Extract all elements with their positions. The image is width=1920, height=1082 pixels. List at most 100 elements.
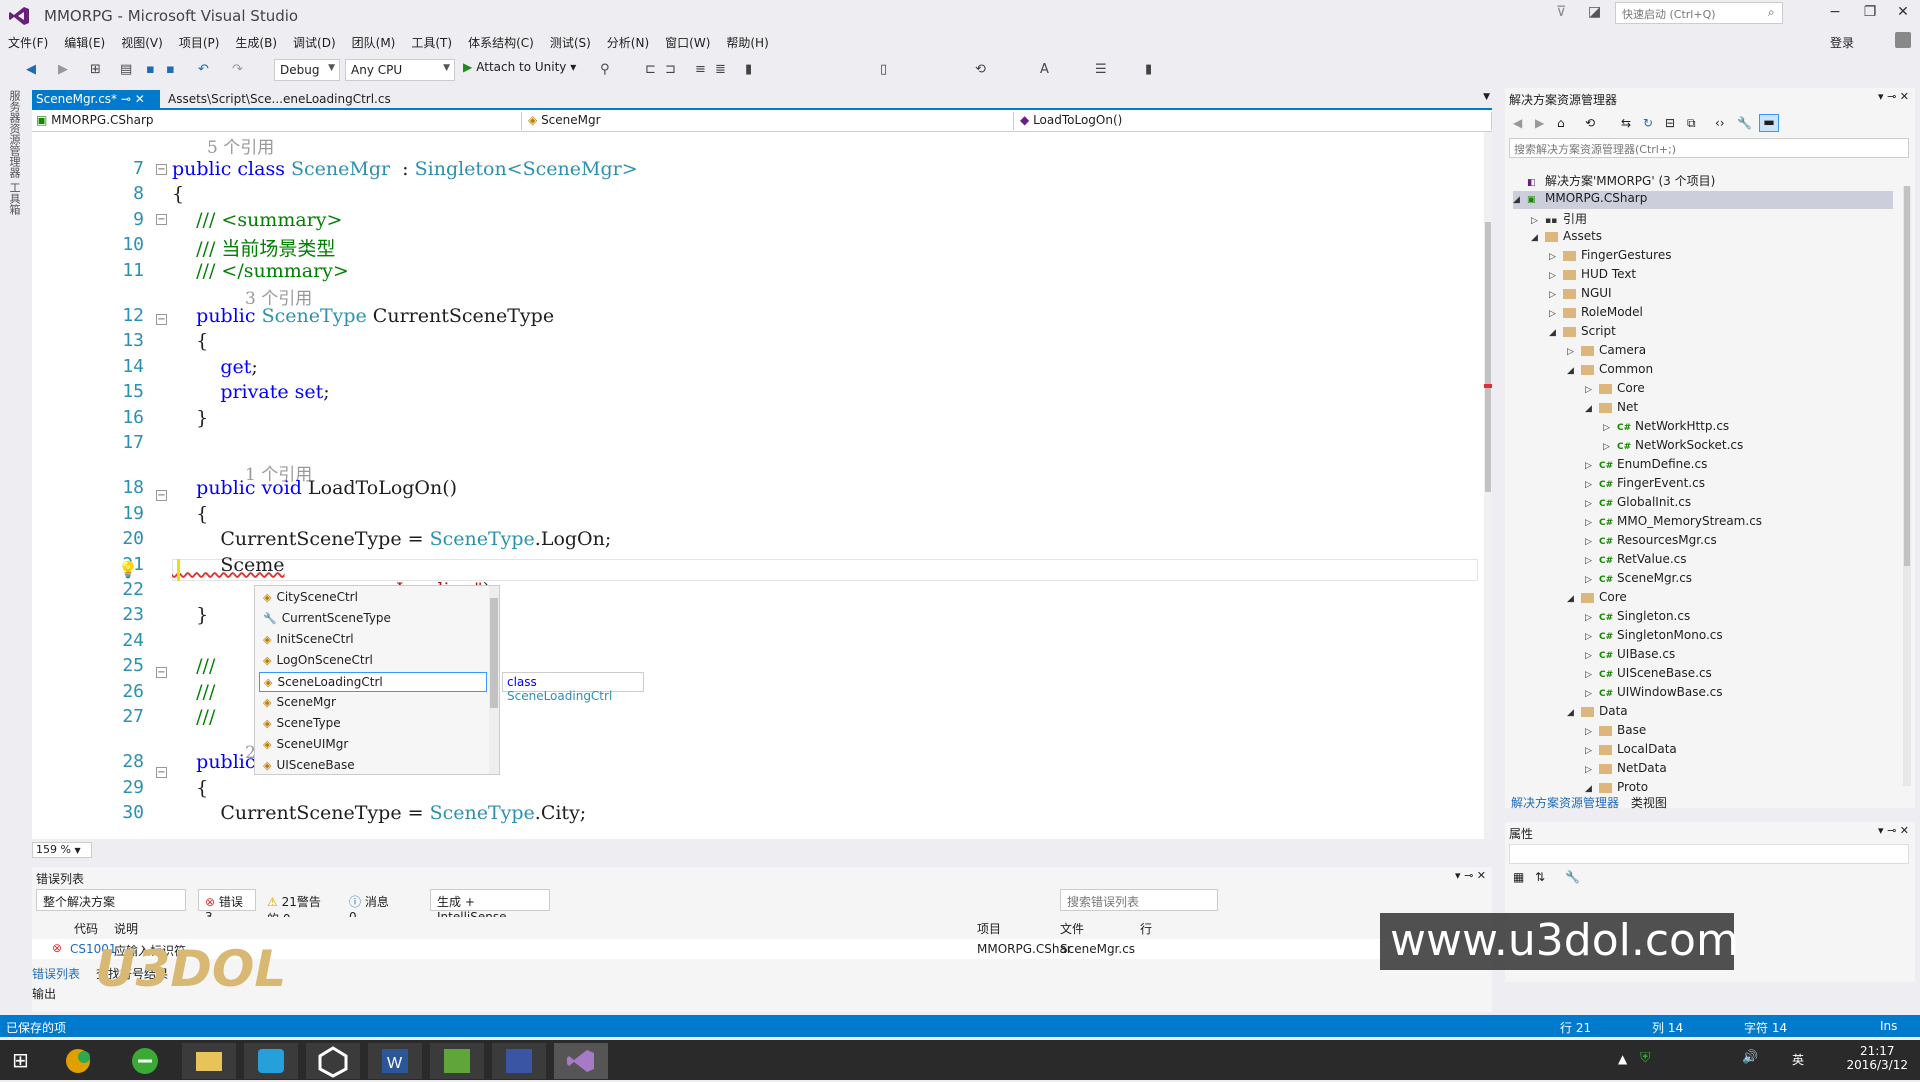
tree-item-folder[interactable]: ◢ Net <box>1585 400 1638 418</box>
menu-build[interactable]: 生成(B) <box>227 32 285 53</box>
code-line[interactable]: CurrentSceneType = SceneType.LogOn; <box>172 528 611 550</box>
menu-debug[interactable]: 调试(D) <box>285 32 344 53</box>
collapse-icon[interactable]: − <box>156 164 167 175</box>
panel-controls-icon[interactable]: ▾ ⊸ ✕ <box>1878 90 1909 103</box>
expanded-arrow-icon[interactable]: ◢ <box>1585 784 1599 794</box>
tree-item-file[interactable]: ▷ C# UIWindowBase.cs <box>1585 685 1723 703</box>
toolbar-icon[interactable]: ☰ <box>1095 62 1107 77</box>
collapsed-arrow-icon[interactable]: ▷ <box>1585 480 1599 490</box>
find-icon[interactable]: ⚲ <box>600 62 610 77</box>
back-icon[interactable]: ◀ <box>1513 116 1522 130</box>
scrollbar-thumb[interactable] <box>1485 222 1491 492</box>
menu-team[interactable]: 团队(M) <box>344 32 404 53</box>
scope-dropdown[interactable]: 整个解决方案 <box>36 889 186 911</box>
collapsed-arrow-icon[interactable]: ▷ <box>1585 537 1599 547</box>
tree-item-file[interactable]: ▷ C# NetWorkSocket.cs <box>1603 438 1743 456</box>
refresh-icon[interactable]: ↻ <box>1643 116 1653 130</box>
collapsed-arrow-icon[interactable]: ▷ <box>1585 689 1599 699</box>
back-icon[interactable]: ◀ <box>26 62 36 77</box>
column-file[interactable]: 文件 <box>1060 920 1084 937</box>
collapse-icon[interactable]: − <box>156 214 167 225</box>
minimize-button[interactable]: − <box>1820 4 1850 20</box>
menu-architecture[interactable]: 体系结构(C) <box>460 32 542 53</box>
object-dropdown[interactable] <box>1509 844 1909 864</box>
tree-item-folder[interactable]: ▷ FingerGestures <box>1549 248 1671 266</box>
save-icon[interactable]: ▪ <box>146 62 155 77</box>
code-line[interactable]: /// <box>172 706 215 728</box>
undo-icon[interactable]: ↶ <box>198 62 209 77</box>
intellisense-item[interactable]: ◈ SceneType <box>259 714 487 734</box>
menu-test[interactable]: 测试(S) <box>542 32 599 53</box>
collapsed-arrow-icon[interactable]: ▷ <box>1585 575 1599 585</box>
tree-item-folder[interactable]: ◢ Core <box>1567 590 1627 608</box>
tree-item-folder[interactable]: ▷ HUD Text <box>1549 267 1636 285</box>
member-dropdown[interactable]: ◆ LoadToLogOn() <box>1016 112 1492 130</box>
scrollbar-thumb[interactable] <box>490 598 498 708</box>
home-icon[interactable]: ⌂ <box>1557 116 1565 130</box>
search-icon[interactable]: ⌕ <box>1768 5 1775 20</box>
sync-icon[interactable]: ⇆ <box>1621 116 1631 130</box>
tree-item-file[interactable]: ▷ C# ResourcesMgr.cs <box>1585 533 1717 551</box>
visio-icon[interactable] <box>492 1043 546 1079</box>
collapsed-arrow-icon[interactable]: ▷ <box>1585 746 1599 756</box>
panel-controls-icon[interactable]: ▾ ⊸ ✕ <box>1878 824 1909 837</box>
menu-window[interactable]: 窗口(W) <box>657 32 718 53</box>
code-line[interactable]: CurrentSceneType = SceneType.City; <box>172 802 586 824</box>
tree-item-folder[interactable]: ▷ RoleModel <box>1549 305 1643 323</box>
toolbar-icon[interactable]: ⊏ <box>645 62 656 77</box>
codelens-references[interactable]: 5 个引用 <box>207 133 274 158</box>
code-line[interactable]: { <box>172 183 184 205</box>
source-dropdown[interactable]: 生成 + IntelliSense <box>430 889 550 924</box>
collapsed-arrow-icon[interactable]: ▷ <box>1603 442 1617 452</box>
close-button[interactable]: ✕ <box>1888 4 1918 20</box>
tray-arrow-icon[interactable]: ▲ <box>1618 1052 1627 1066</box>
expanded-arrow-icon[interactable]: ◢ <box>1513 195 1527 205</box>
qq-icon[interactable] <box>244 1043 298 1079</box>
error-search-input[interactable]: 搜索错误列表 <box>1060 889 1218 911</box>
volume-icon[interactable]: 🔊 <box>1742 1050 1758 1065</box>
code-line[interactable]: } <box>172 407 208 429</box>
code-line[interactable]: { <box>172 330 208 352</box>
intellisense-item[interactable]: ◈ InitSceneCtrl <box>259 630 487 650</box>
messages-filter-button[interactable]: ⓘ 消息 0 <box>342 889 398 924</box>
solution-search-input[interactable]: 搜索解决方案资源管理器(Ctrl+;) <box>1509 138 1909 158</box>
avatar[interactable] <box>1895 32 1911 48</box>
intellisense-item[interactable]: ◈ CitySceneCtrl <box>259 588 487 608</box>
clock[interactable]: 21:17 2016/3/12 <box>1846 1044 1908 1072</box>
save-all-icon[interactable]: ▪ <box>166 62 175 77</box>
collapsed-arrow-icon[interactable]: ▷ <box>1585 385 1599 395</box>
preview-icon[interactable]: ▬ <box>1759 114 1779 132</box>
collapsed-arrow-icon[interactable]: ▷ <box>1549 309 1563 319</box>
code-line[interactable]: public class SceneMgr : Singleton<SceneM… <box>172 158 638 180</box>
project-dropdown[interactable]: ▣ MMORPG.CSharp <box>32 112 522 130</box>
tray-shield-icon[interactable]: ⛨ <box>1640 1050 1651 1066</box>
collapsed-arrow-icon[interactable]: ▷ <box>1585 651 1599 661</box>
collapse-icon[interactable]: − <box>156 314 167 325</box>
expanded-arrow-icon[interactable]: ◢ <box>1531 233 1545 243</box>
code-line[interactable]: public SceneType CurrentSceneType <box>172 305 554 327</box>
forward-icon[interactable]: ▶ <box>1535 116 1544 130</box>
taskbar-app-icon[interactable] <box>54 1043 108 1079</box>
collapsed-arrow-icon[interactable]: ▷ <box>1585 556 1599 566</box>
code-line[interactable]: /// </summary> <box>172 260 349 282</box>
open-file-icon[interactable]: ▤ <box>120 62 132 77</box>
camtasia-icon[interactable] <box>430 1043 484 1079</box>
toolbar-icon[interactable]: ⟲ <box>975 62 986 77</box>
menu-analyze[interactable]: 分析(N) <box>599 32 657 53</box>
attach-to-unity-button[interactable]: ▶ Attach to Unity ▾ <box>463 60 576 74</box>
column-code[interactable]: 代码 <box>74 920 98 937</box>
visual-studio-taskbar-icon[interactable] <box>554 1043 608 1079</box>
collapsed-arrow-icon[interactable]: ▷ <box>1585 499 1599 509</box>
tab-scenemgr[interactable]: SceneMgr.cs* ⊸ ✕ <box>32 90 160 110</box>
tree-item-folder[interactable]: ▷ Camera <box>1567 343 1646 361</box>
bookmark-icon[interactable]: ▮ <box>1145 62 1152 77</box>
column-description[interactable]: 说明 <box>114 920 138 937</box>
outdent-icon[interactable]: ≣ <box>715 62 726 77</box>
code-line[interactable]: public void LoadToLogOn() <box>172 477 457 499</box>
code-line[interactable]: Sceme <box>172 554 284 576</box>
collapsed-arrow-icon[interactable]: ▷ <box>1585 727 1599 737</box>
collapsed-arrow-icon[interactable]: ▷ <box>1549 252 1563 262</box>
feedback-icon[interactable]: ◪ <box>1588 4 1601 20</box>
menu-file[interactable]: 文件(F) <box>0 32 56 53</box>
tree-item[interactable]: ▷ ▪▪ 引用 <box>1531 210 1587 228</box>
